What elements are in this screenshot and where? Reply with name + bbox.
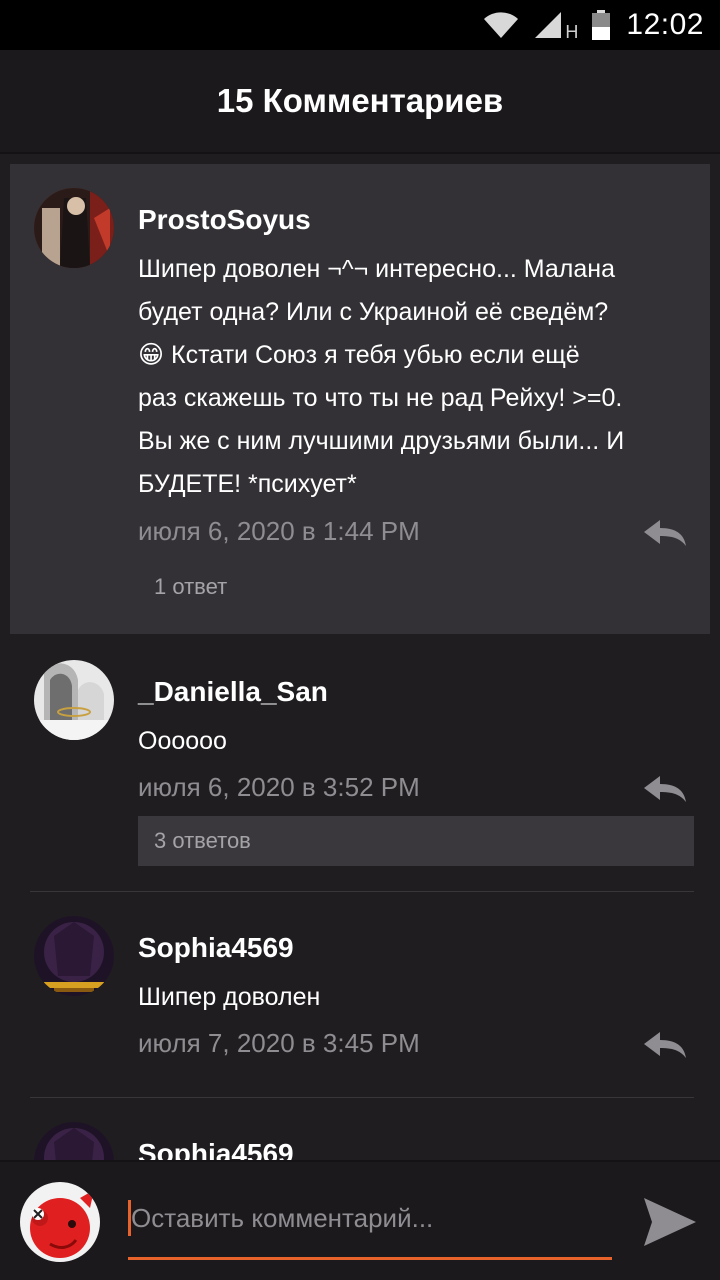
comment-text-line: Шипер доволен	[138, 983, 321, 1011]
comment-text-line: Вы же с ним лучшими друзьями были... И	[138, 427, 625, 455]
status-bar: H 12:02	[0, 0, 720, 50]
reply-arrow-icon[interactable]	[642, 1030, 688, 1060]
comment-text: Шипер доволен	[138, 976, 698, 1019]
comment-date: июля 6, 2020 в 3:52 PM	[138, 772, 420, 802]
comment-item[interactable]: _Daniella_San Оооооо июля 6, 2020 в 3:52…	[10, 636, 710, 892]
comment-input-field[interactable]	[128, 1200, 612, 1260]
comments-header: 15 Комментариев	[0, 50, 720, 154]
avatar[interactable]	[34, 1122, 114, 1160]
comment-username[interactable]: _Daniella_San	[138, 676, 328, 708]
comment-text-line: Оооооо	[138, 727, 227, 755]
comment-text-line: будет одна? Или с Украиной её сведём?	[138, 298, 609, 326]
comment-username[interactable]: Sophia4569	[138, 1138, 294, 1160]
comment-input-bar	[0, 1160, 720, 1280]
comment-item[interactable]: Sophia4569 Шипер доволен июля 7, 2020 в …	[10, 892, 710, 1098]
wifi-icon	[483, 11, 519, 39]
comment-date: июля 7, 2020 в 3:45 PM	[138, 1028, 420, 1058]
comment-item[interactable]: Sophia4569	[10, 1098, 710, 1160]
comment-date: июля 6, 2020 в 1:44 PM	[138, 516, 420, 546]
comment-username[interactable]: ProstoSoyus	[138, 204, 311, 236]
comment-list[interactable]: ProstoSoyus Шипер доволен ¬^¬ интересно.…	[0, 154, 720, 1160]
comment-text: Шипер доволен ¬^¬ интересно... Малана бу…	[138, 248, 698, 506]
send-icon[interactable]	[640, 1194, 700, 1250]
avatar[interactable]	[34, 188, 114, 268]
reply-arrow-icon[interactable]	[642, 774, 688, 804]
comment-text-line: раз скажешь то что ты не рад Рейху! >=0.	[138, 384, 623, 412]
comment-text-line: Шипер доволен ¬^¬ интересно... Малана	[138, 255, 615, 283]
avatar[interactable]	[34, 916, 114, 996]
replies-button[interactable]: 1 ответ	[138, 572, 227, 602]
comment-input[interactable]	[131, 1200, 601, 1236]
signal-icon	[533, 11, 563, 39]
comment-username[interactable]: Sophia4569	[138, 932, 294, 964]
comment-text-line: БУДЕТЕ! *психует*	[138, 470, 357, 498]
my-avatar[interactable]	[20, 1182, 100, 1262]
reply-arrow-icon[interactable]	[642, 518, 688, 548]
replies-button[interactable]: 3 ответов	[138, 816, 694, 866]
clock: 12:02	[626, 8, 704, 41]
comment-item[interactable]: ProstoSoyus Шипер доволен ¬^¬ интересно.…	[10, 164, 710, 634]
comment-text: Оооооо	[138, 720, 698, 763]
avatar[interactable]	[34, 660, 114, 740]
network-type-label: H	[565, 21, 579, 42]
battery-icon	[592, 10, 611, 40]
page-title: 15 Комментариев	[216, 82, 504, 119]
comment-text-line: 😁 Кстати Союз я тебя убью если ещё	[138, 341, 580, 369]
